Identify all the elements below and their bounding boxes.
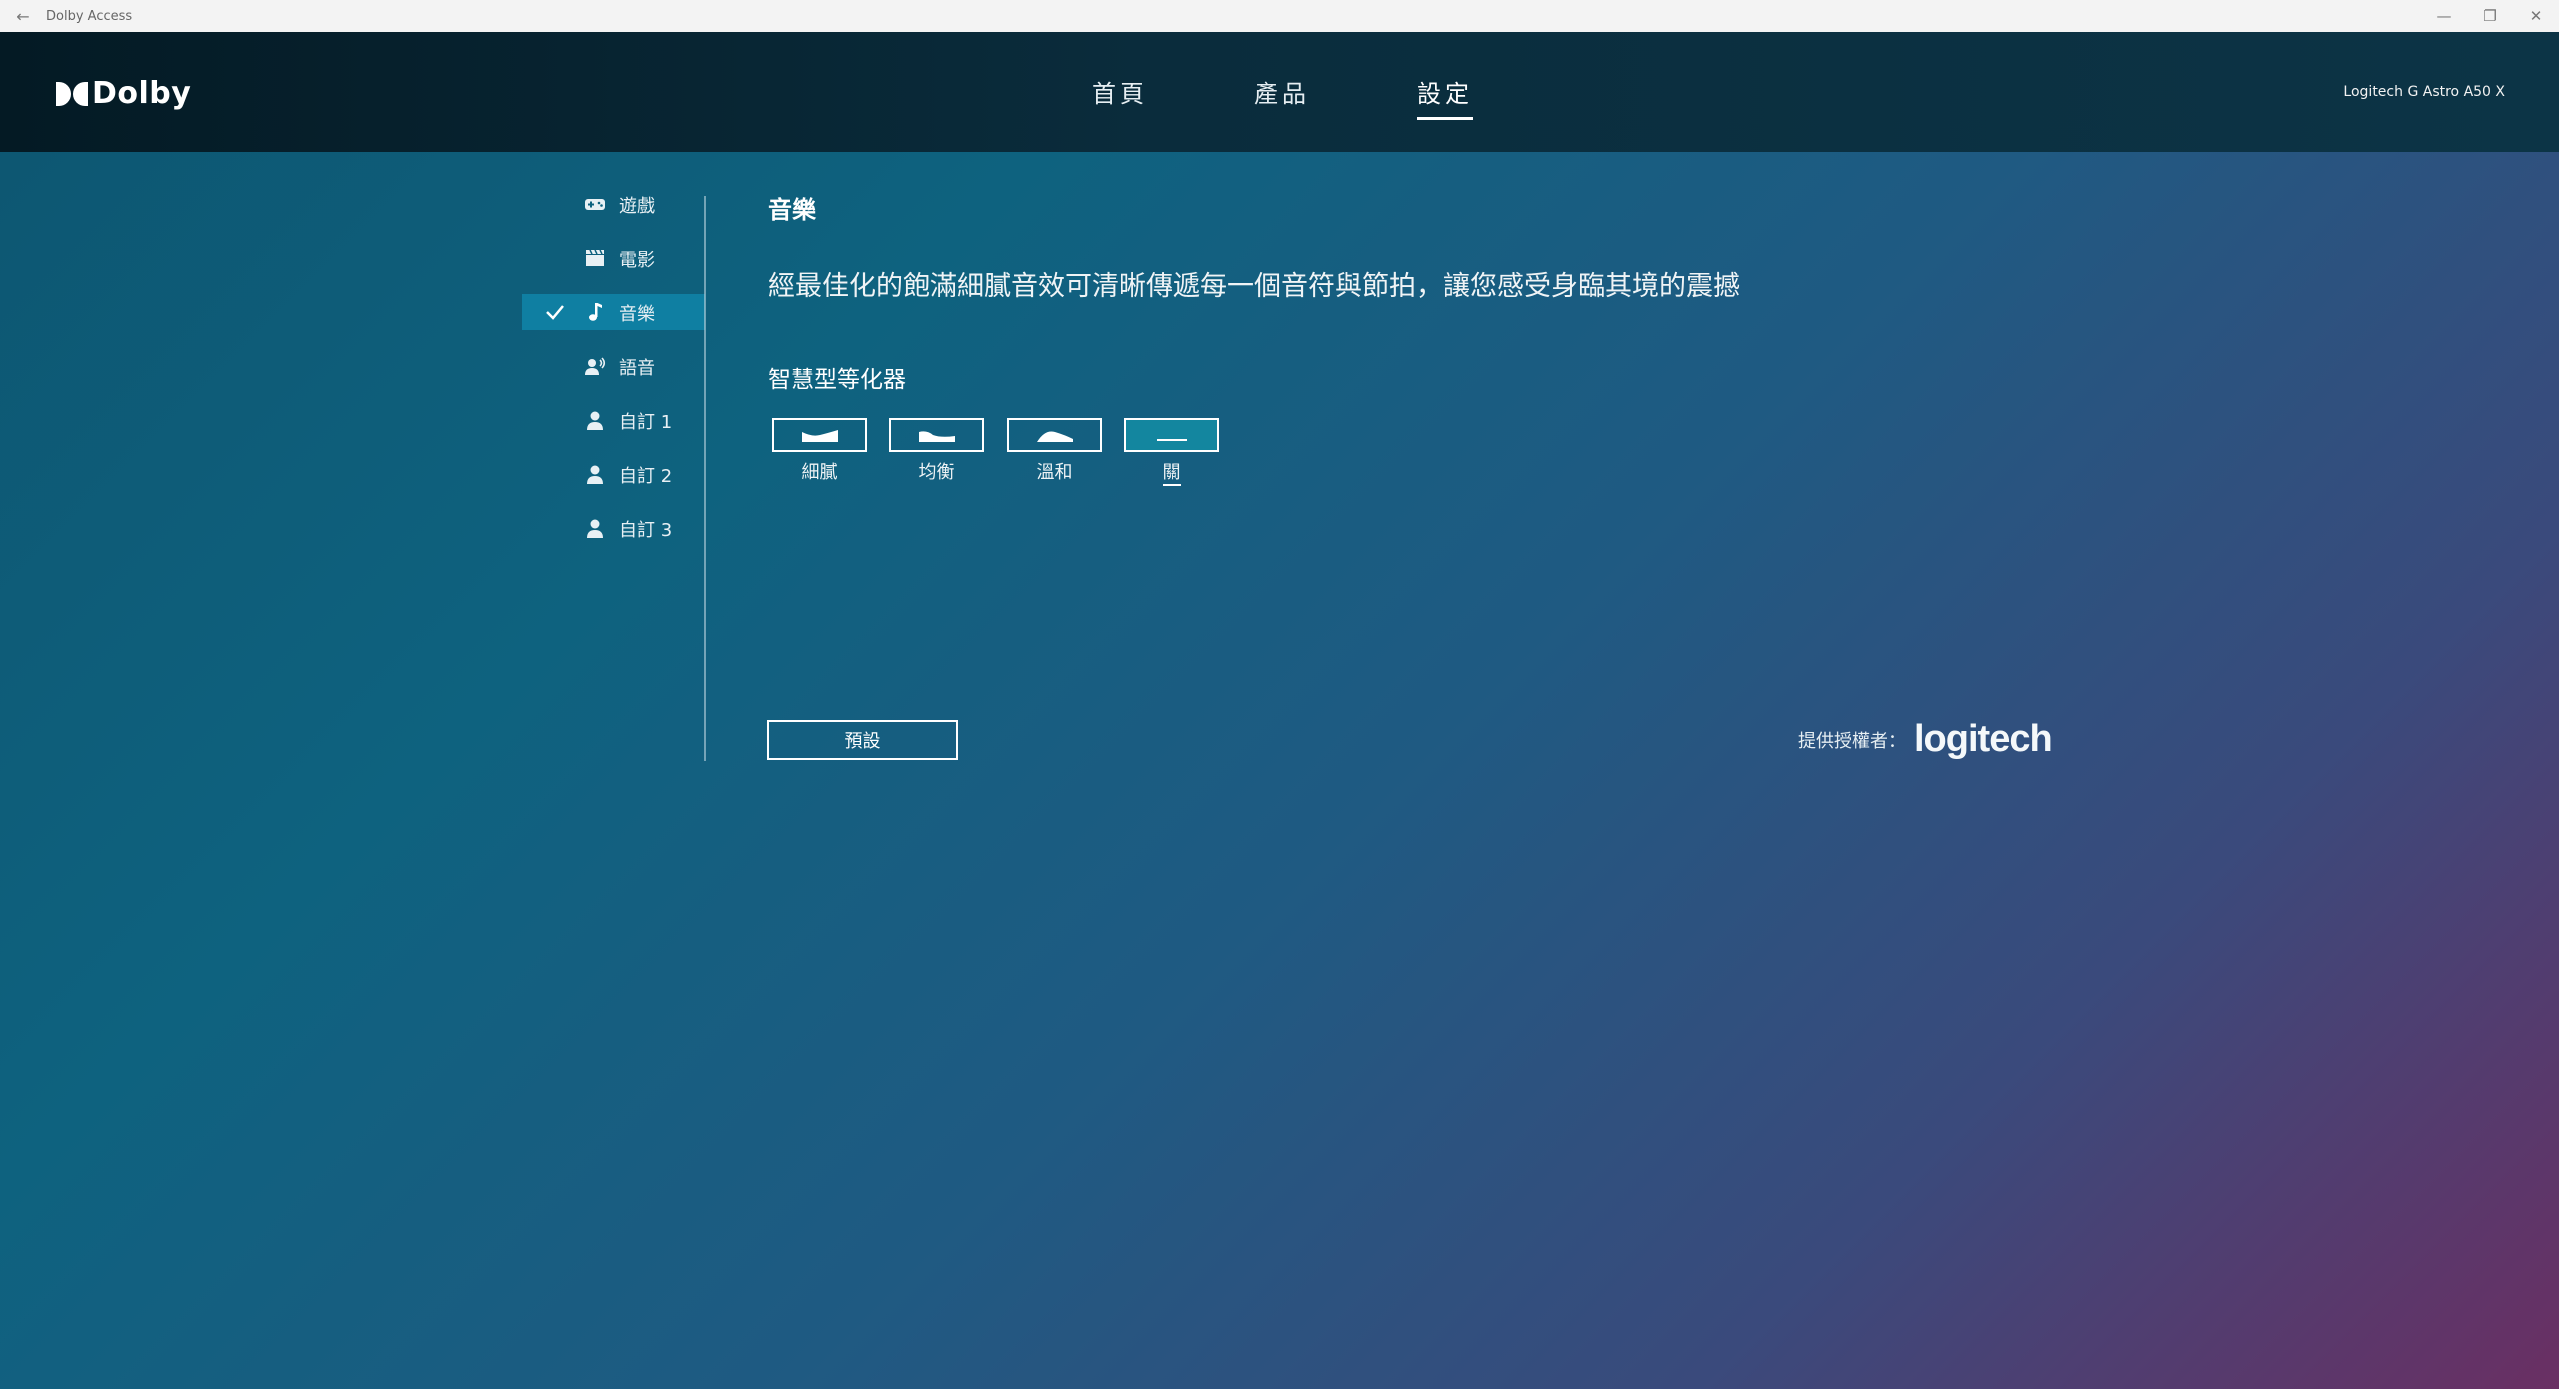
eq-balanced-icon (918, 431, 955, 442)
sidebar-divider (704, 196, 706, 761)
logitech-logo: logitech (1914, 718, 2053, 760)
device-name[interactable]: Logitech G Astro A50 X (2343, 84, 2505, 100)
sidebar-item-game[interactable]: 遊戲 (522, 186, 705, 222)
eq-option-label: 溫和 (1036, 462, 1073, 483)
eq-option-warm[interactable]: 溫和 (1007, 418, 1102, 484)
eq-option-detailed[interactable]: 細膩 (772, 418, 867, 484)
eq-balanced-button[interactable] (889, 418, 984, 452)
eq-warm-icon (1036, 431, 1073, 442)
window-title: Dolby Access (46, 8, 133, 24)
nav-products[interactable]: 產品 (1254, 74, 1310, 117)
nav-home[interactable]: 首頁 (1092, 74, 1148, 117)
voice-icon (585, 357, 606, 375)
sidebar-item-label: 自訂 3 (619, 520, 673, 541)
sidebar-item-custom-3[interactable]: 自訂 3 (522, 510, 705, 546)
eq-option-off[interactable]: 關 (1124, 418, 1219, 486)
film-icon (586, 249, 604, 266)
nav-settings[interactable]: 設定 (1417, 74, 1473, 120)
eq-option-label: 細膩 (801, 462, 838, 483)
back-arrow-icon[interactable]: ← (0, 0, 46, 32)
restore-icon[interactable]: ❐ (2467, 0, 2513, 32)
sidebar-item-custom-2[interactable]: 自訂 2 (522, 456, 705, 492)
music-note-icon (589, 303, 602, 321)
eq-detailed-icon (801, 430, 838, 442)
powered-by-label: 提供授權者： (1798, 730, 1906, 752)
profile-sidebar: 遊戲 電影 音樂 語音 自訂 1 自訂 2 自訂 3 (522, 186, 705, 564)
eq-option-label: 均衡 (918, 462, 955, 483)
window-titlebar: ← Dolby Access — ❐ ✕ (0, 0, 2559, 32)
sidebar-item-voice[interactable]: 語音 (522, 348, 705, 384)
eq-warm-button[interactable] (1007, 418, 1102, 452)
gamepad-icon (585, 199, 605, 210)
person-icon (587, 411, 603, 430)
eq-off-button[interactable] (1124, 418, 1219, 452)
minimize-icon[interactable]: — (2421, 0, 2467, 32)
sidebar-item-label: 自訂 2 (619, 466, 673, 487)
person-icon (587, 465, 603, 484)
powered-by: 提供授權者： logitech (1798, 718, 2053, 761)
sidebar-item-label: 語音 (619, 358, 655, 379)
sidebar-item-movie[interactable]: 電影 (522, 240, 705, 276)
person-icon (587, 519, 603, 538)
sidebar-item-label: 音樂 (619, 304, 655, 325)
sidebar-item-label: 遊戲 (619, 196, 655, 217)
eq-option-label: 關 (1124, 458, 1219, 486)
sidebar-item-music[interactable]: 音樂 (522, 294, 705, 330)
sidebar-item-label: 電影 (619, 250, 655, 271)
equalizer-title: 智慧型等化器 (768, 367, 906, 393)
sidebar-item-label: 自訂 1 (619, 412, 673, 433)
page-title: 音樂 (768, 196, 816, 224)
close-icon[interactable]: ✕ (2513, 0, 2559, 32)
checkmark-icon (546, 305, 564, 320)
eq-option-balanced[interactable]: 均衡 (889, 418, 984, 484)
sidebar-item-custom-1[interactable]: 自訂 1 (522, 402, 705, 438)
profile-description: 經最佳化的飽滿細膩音效可清晰傳遞每一個音符與節拍，讓您感受身臨其境的震撼 (768, 271, 1740, 302)
eq-off-icon (1156, 439, 1187, 441)
eq-detailed-button[interactable] (772, 418, 867, 452)
main-nav: 首頁 產品 設定 (0, 74, 2559, 120)
app-header: Dolby 首頁 產品 設定 Logitech G Astro A50 X (0, 32, 2559, 152)
default-button[interactable]: 預設 (767, 720, 958, 760)
